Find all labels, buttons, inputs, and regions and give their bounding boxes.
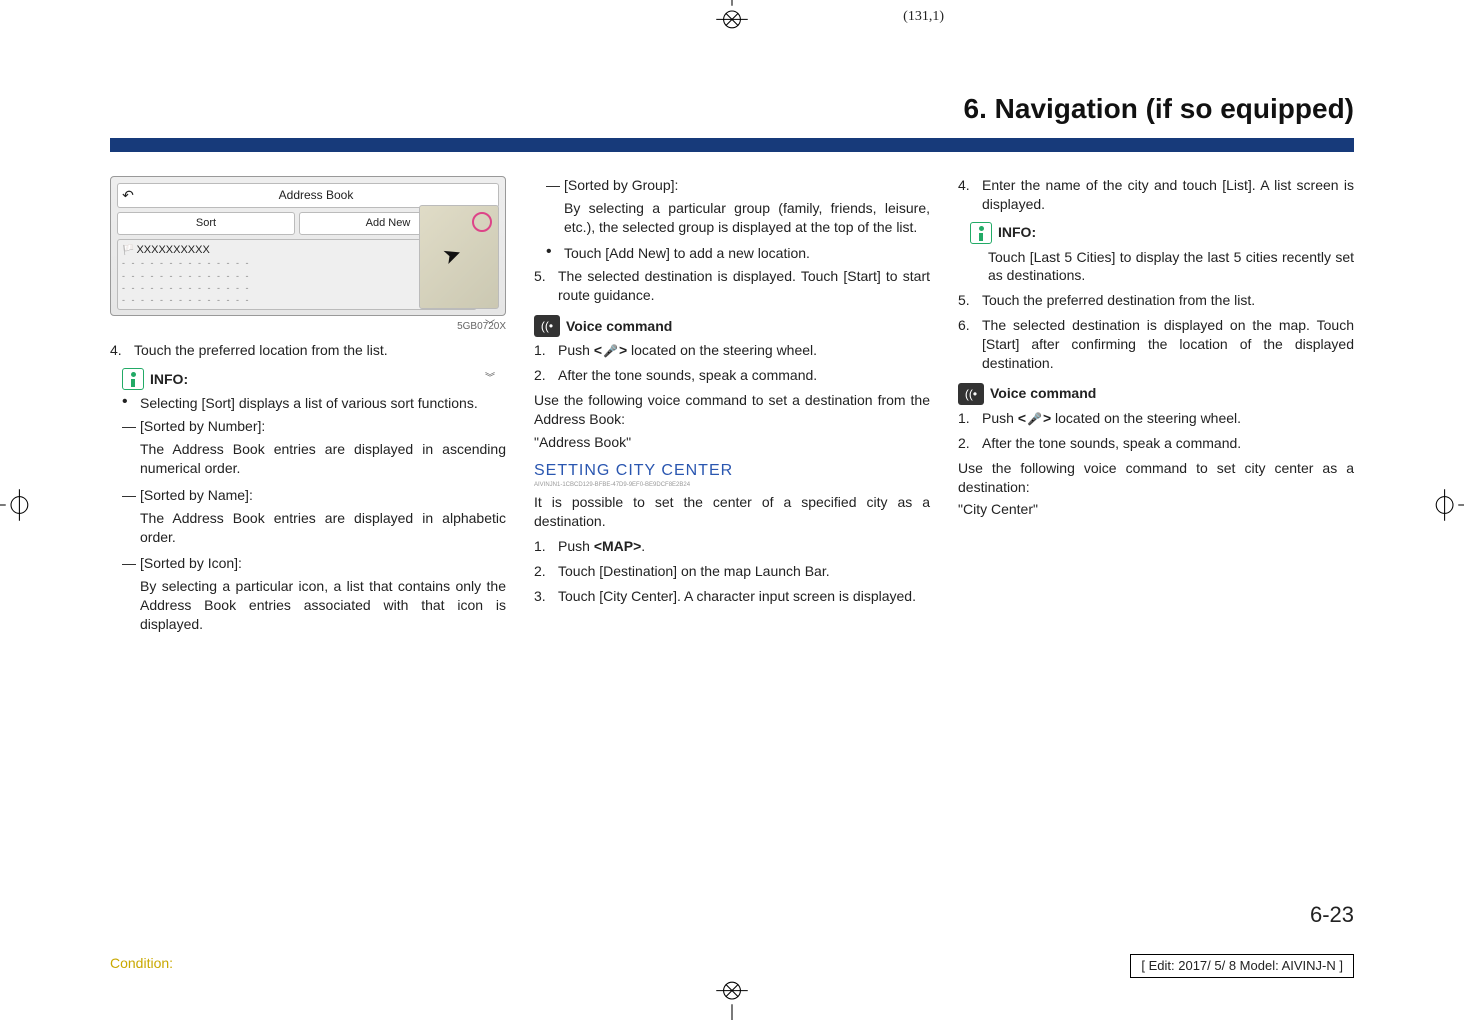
sorted-by-group-body: By selecting a particular group (family,… — [564, 199, 930, 237]
vc2-intro: Use the following voice command to set c… — [958, 459, 1354, 497]
section-body: It is possible to set the center of a sp… — [534, 493, 930, 531]
talk-button-icon: 🎤 — [602, 343, 619, 359]
step-4: 4. Touch the preferred location from the… — [110, 341, 506, 360]
info-icon — [122, 368, 144, 390]
info-callout: INFO: — [122, 368, 506, 390]
cc-step-2: 2. Touch [Destination] on the map Launch… — [534, 562, 930, 581]
info-label: INFO: — [150, 370, 188, 389]
guid-string: AIVINJN1-1CBCD129-BFBE-47D9-9EF0-BE9DCF8… — [534, 481, 930, 489]
info-callout-2: INFO: — [970, 222, 1354, 244]
voice-command-callout-2: ((• Voice command — [958, 383, 1354, 405]
cursor-icon: ➤ — [439, 238, 466, 272]
vc-step-1: 1. Push <🎤> located on the steering whee… — [534, 341, 930, 360]
sorted-by-group-head: — [Sorted by Group]: — [546, 176, 930, 195]
vc2-step-1: 1. Push <🎤> located on the steering whee… — [958, 409, 1354, 428]
list-entry: XXXXXXXXXX — [136, 244, 209, 256]
condition-label: Condition: — [110, 954, 173, 978]
voice-label: Voice command — [990, 384, 1096, 403]
info-label: INFO: — [998, 223, 1036, 242]
address-book-screenshot: ↶ Address Book Sort Add New 🏳️XXXXXXXXXX — [110, 176, 506, 316]
sorted-by-name-body: The Address Book entries are displayed i… — [140, 509, 506, 547]
flag-icon: 🏳️ — [122, 245, 134, 256]
vc-intro: Use the following voice command to set a… — [534, 391, 930, 429]
screenshot-title: Address Book — [136, 187, 496, 203]
talk-button-icon: 🎤 — [1026, 411, 1043, 427]
cc-step-5: 5. Touch the preferred destination from … — [958, 291, 1354, 310]
cc-step-4: 4. Enter the name of the city and touch … — [958, 176, 1354, 214]
sorted-by-icon-head: — [Sorted by Icon]: — [122, 554, 506, 573]
cc-step-6: 6. The selected destination is displayed… — [958, 316, 1354, 373]
section-setting-city-center: SETTING CITY CENTER — [534, 460, 930, 482]
bullet-sort: • Selecting [Sort] displays a list of va… — [122, 394, 506, 413]
sorted-by-number-body: The Address Book entries are displayed i… — [140, 440, 506, 478]
edit-info: [ Edit: 2017/ 5/ 8 Model: AIVINJ-N ] — [1130, 954, 1354, 978]
column-1: ↶ Address Book Sort Add New 🏳️XXXXXXXXXX — [110, 176, 506, 642]
back-icon: ↶ — [120, 186, 136, 205]
voice-icon: ((• — [958, 383, 984, 405]
figure-id: 5GB0720X — [110, 320, 506, 334]
scroll-down-icon: ﹀ — [485, 319, 495, 333]
crop-mark-top — [711, 0, 753, 32]
map-preview: ➤ — [419, 205, 499, 309]
info-icon — [970, 222, 992, 244]
sorted-by-name-head: — [Sorted by Name]: — [122, 486, 506, 505]
vc2-phrase: "City Center" — [958, 500, 1354, 519]
voice-label: Voice command — [566, 317, 672, 336]
column-3: 4. Enter the name of the city and touch … — [958, 176, 1354, 642]
page-content: 6. Navigation (if so equipped) ↶ Address… — [110, 90, 1354, 930]
sorted-by-icon-body: By selecting a particular icon, a list t… — [140, 577, 506, 634]
vc-phrase: "Address Book" — [534, 433, 930, 452]
bullet-add-new: • Touch [Add New] to add a new location. — [546, 244, 930, 263]
chapter-title: 6. Navigation (if so equipped) — [110, 90, 1354, 152]
scroll-down-double-icon: ︾ — [485, 372, 495, 386]
cc-step-3: 3. Touch [City Center]. A character inpu… — [534, 587, 930, 606]
crop-mark-left — [0, 484, 32, 526]
sort-button: Sort — [117, 212, 295, 235]
sorted-by-number-head: — [Sorted by Number]: — [122, 417, 506, 436]
step-5: 5. The selected destination is displayed… — [534, 267, 930, 305]
page-number: 6-23 — [1310, 900, 1354, 930]
page-coordinates: (131,1) — [903, 8, 944, 27]
cc-step-1: 1. Push <MAP>. — [534, 537, 930, 556]
crop-mark-right — [1432, 484, 1464, 526]
footer: Condition: [ Edit: 2017/ 5/ 8 Model: AIV… — [110, 954, 1354, 978]
vc-step-2: 2. After the tone sounds, speak a comman… — [534, 366, 930, 385]
crop-mark-bottom — [711, 978, 753, 1020]
voice-icon: ((• — [534, 315, 560, 337]
voice-command-callout: ((• Voice command — [534, 315, 930, 337]
column-2: — [Sorted by Group]: By selecting a part… — [534, 176, 930, 642]
vc2-step-2: 2. After the tone sounds, speak a comman… — [958, 434, 1354, 453]
info-body-2: Touch [Last 5 Cities] to display the las… — [988, 248, 1354, 286]
